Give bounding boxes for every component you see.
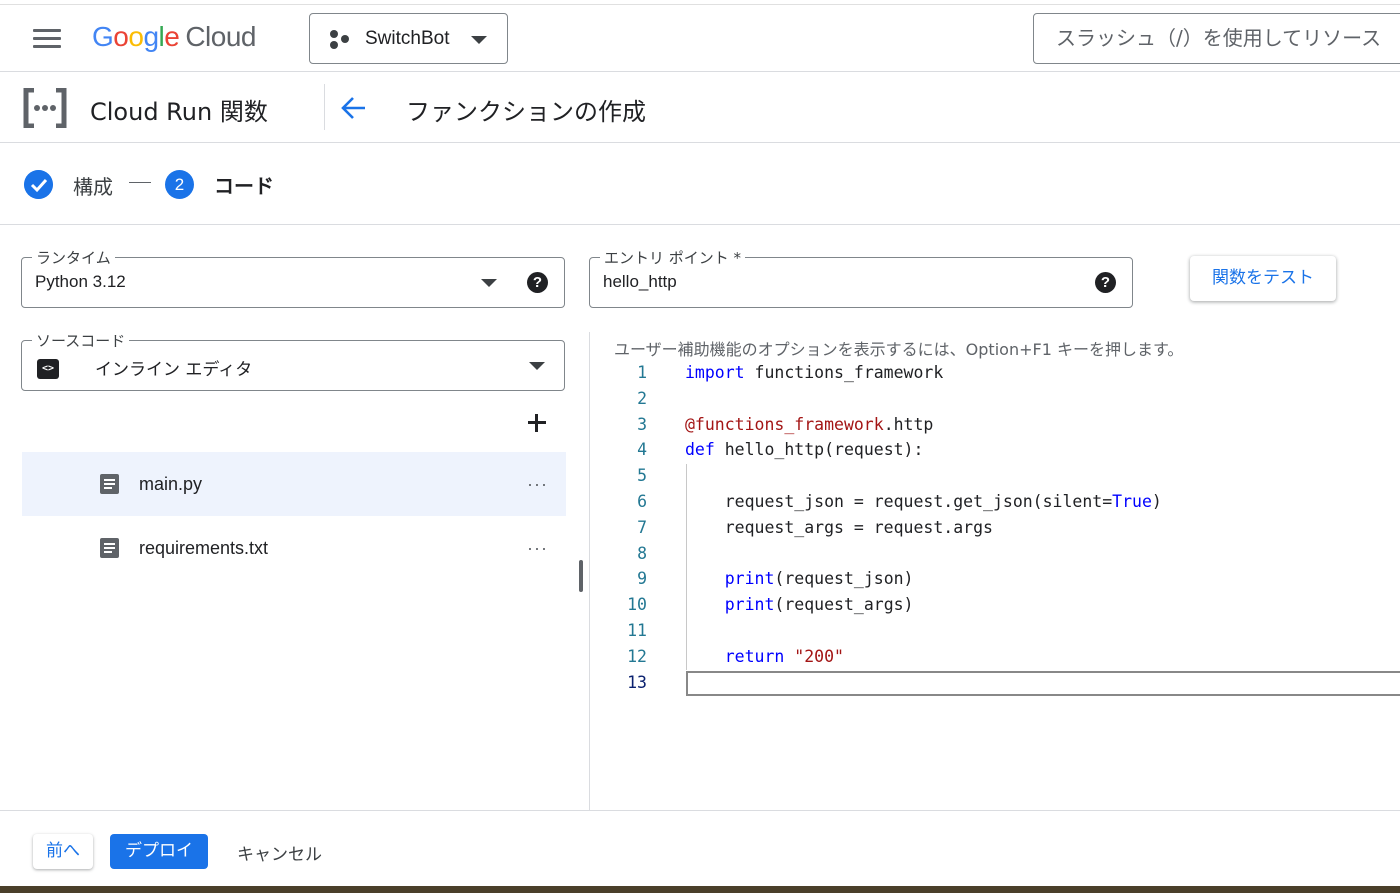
step-number-badge: 2 [165,170,194,199]
page-title: ファンクションの作成 [406,98,646,126]
code-line[interactable]: 12 return "200" [600,644,1400,670]
google-cloud-logo[interactable]: Google Cloud [92,21,256,53]
check-circle-icon[interactable] [24,170,53,199]
line-number: 9 [637,569,647,589]
file-icon [100,474,119,494]
deploy-button[interactable]: デプロイ [110,834,208,869]
back-arrow-icon[interactable] [340,94,368,122]
code-line[interactable]: 2 [600,386,1400,412]
logo-cloud-text: Cloud [185,21,256,52]
project-icon [330,30,350,50]
add-file-icon[interactable] [524,410,550,436]
editor-accessibility-hint: ユーザー補助機能のオプションを表示するには、Option+F1 キーを押します。 [614,340,1184,359]
product-name[interactable]: Cloud Run 関数 [90,92,268,127]
entry-point-field[interactable]: エントリ ポイント * hello_http ? [589,247,1133,308]
runtime-label: ランタイム [32,247,115,268]
code-text[interactable]: import functions_framework [685,360,943,386]
more-options-icon[interactable]: ··· [527,538,548,559]
code-line[interactable]: 6 request_json = request.get_json(silent… [600,489,1400,515]
step-configuration[interactable]: 構成 [73,171,113,200]
source-code-value: インライン エディタ [95,360,253,380]
current-line-highlight [686,671,1400,696]
file-item-main-py[interactable]: main.py ··· [22,452,566,516]
more-options-icon[interactable]: ··· [527,474,548,495]
resize-handle[interactable] [579,560,583,592]
line-number: 4 [637,440,647,460]
indent-guide [686,464,687,670]
file-item-requirements-txt[interactable]: requirements.txt ··· [22,516,566,580]
step-connector [129,182,151,183]
line-number: 12 [627,646,647,666]
code-text[interactable]: @functions_framework.http [685,412,933,438]
cancel-button[interactable]: キャンセル [237,840,322,865]
chevron-down-icon [529,362,545,370]
code-text[interactable]: def hello_http(request): [685,437,923,463]
code-editor[interactable]: 1 import functions_framework 2 3 @functions_… [600,360,1400,705]
line-number: 2 [637,388,647,408]
panel-divider [589,332,590,810]
code-line[interactable]: 8 [600,541,1400,567]
help-icon[interactable]: ? [527,272,548,293]
line-number: 5 [637,466,647,486]
test-function-button[interactable]: 関数をテスト [1190,256,1336,301]
cloud-functions-icon [23,88,67,128]
search-input[interactable] [1056,26,1400,50]
search-box[interactable] [1033,13,1400,64]
line-number: 10 [627,595,647,615]
file-name: requirements.txt [139,538,269,558]
page: GoogleCloud SwitchBot Cloud Run 関数 ファンクシ… [0,0,1400,886]
code-line[interactable]: 7 request_args = request.args [600,515,1400,541]
runtime-select[interactable]: ランタイム Python 3.12 ? [21,247,565,308]
line-number: 11 [627,621,647,640]
code-text[interactable]: print(request_json) [685,566,914,592]
line-number: 3 [637,414,647,434]
file-icon [100,538,119,558]
footer-actions: 前へ デプロイ キャンセル [0,810,1400,886]
source-code-select[interactable]: ソースコード <> インライン エディタ [21,330,565,391]
line-number: 1 [637,363,647,382]
chevron-down-icon [471,36,487,44]
source-code-label: ソースコード [32,330,130,351]
file-name: main.py [139,474,203,494]
top-bar: Google Cloud SwitchBot [0,4,1400,72]
code-text[interactable]: return "200" [685,644,844,670]
project-name: SwitchBot [365,28,450,49]
code-line[interactable]: 3 @functions_framework.http [600,412,1400,438]
product-header: Cloud Run 関数 ファンクションの作成 [0,72,1400,143]
stepper: 構成 2 コード [0,143,1400,225]
line-number: 7 [637,517,647,537]
code-text[interactable]: request_args = request.args [685,515,993,541]
line-number: 6 [637,492,647,511]
code-line[interactable]: 1 import functions_framework [600,360,1400,386]
code-line[interactable]: 5 [600,463,1400,489]
entry-point-label: エントリ ポイント * [600,247,746,268]
code-text[interactable]: print(request_args) [685,592,914,618]
step-code: コード [214,174,274,198]
code-line[interactable]: 10 print(request_args) [600,592,1400,618]
code-line[interactable]: 9 print(request_json) [600,566,1400,592]
code-icon: <> [37,359,59,379]
chevron-down-icon [481,279,497,287]
project-picker[interactable]: SwitchBot [309,13,508,64]
header-divider [324,84,325,130]
code-line[interactable]: 11 [600,618,1400,644]
main-menu-icon[interactable] [33,29,61,49]
runtime-value: Python 3.12 [35,272,126,291]
code-text[interactable]: request_json = request.get_json(silent=T… [685,489,1162,515]
code-line[interactable]: 4 def hello_http(request): [600,437,1400,463]
line-number: 8 [637,543,647,563]
help-icon[interactable]: ? [1095,272,1116,293]
line-number: 13 [627,672,647,692]
previous-button[interactable]: 前へ [33,834,93,869]
entry-point-value[interactable]: hello_http [603,272,677,292]
